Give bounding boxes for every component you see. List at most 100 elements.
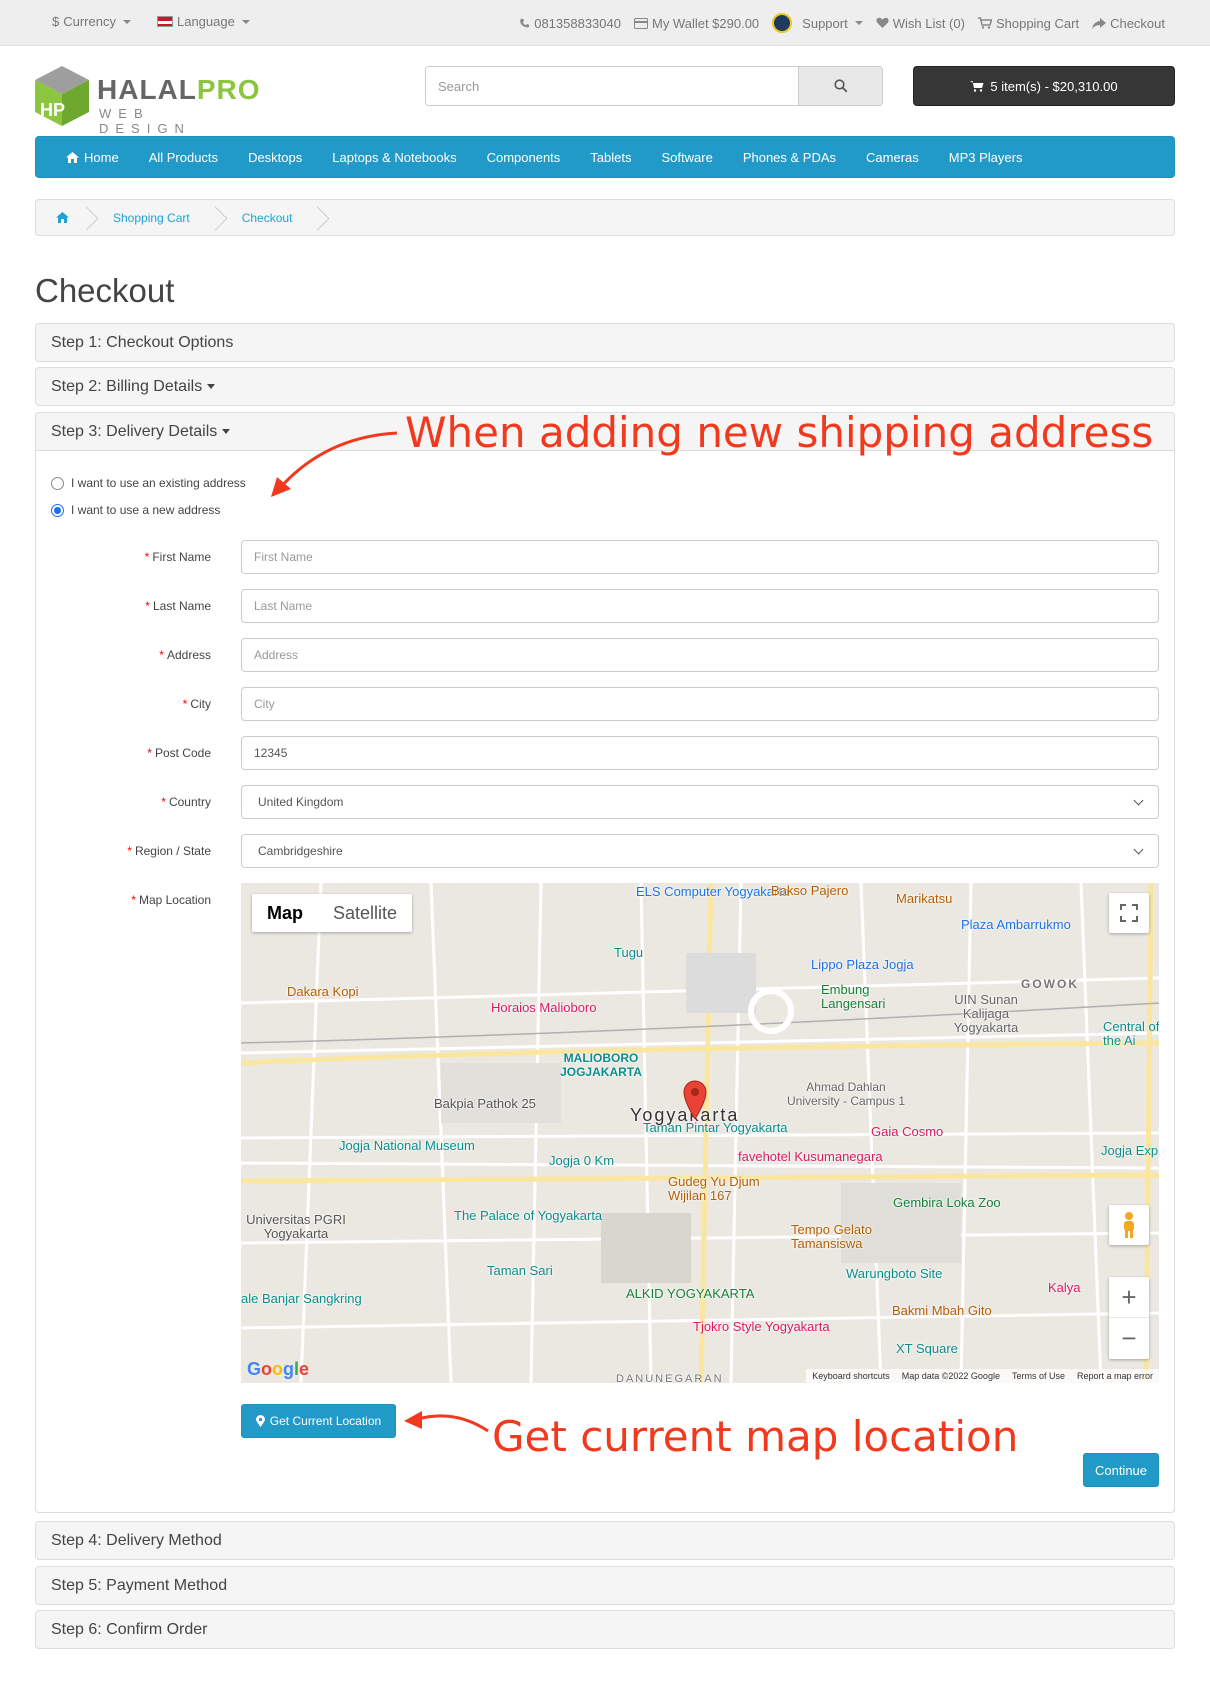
support-avatar-icon (772, 13, 793, 33)
get-current-location-button[interactable]: Get Current Location (241, 1404, 396, 1438)
keyboard-shortcuts-link[interactable]: Keyboard shortcuts (812, 1371, 890, 1381)
step-label: Step 5: Payment Method (51, 1576, 228, 1594)
map-place[interactable]: Jogja 0 Km (549, 1153, 614, 1168)
map-place[interactable]: Horaios Malioboro (491, 1000, 597, 1015)
breadcrumb-home[interactable] (36, 200, 87, 235)
map-place[interactable]: Marikatsu (896, 891, 952, 906)
phone-link[interactable]: 081358833040 (519, 16, 621, 31)
cart-summary-button[interactable]: 5 item(s) - $20,310.00 (913, 66, 1175, 106)
map-place[interactable]: Gaia Cosmo (871, 1124, 943, 1139)
nav-item-home[interactable]: Home (66, 150, 119, 165)
first-name-field[interactable]: First Name (241, 540, 1159, 574)
map-place[interactable]: Jogja Exp (1101, 1143, 1158, 1158)
last-name-field[interactable]: Last Name (241, 589, 1159, 623)
label-text: Last Name (152, 599, 211, 613)
map-place[interactable]: Tjokro Style Yogyakarta (693, 1319, 830, 1334)
nav-item-software[interactable]: Software (662, 150, 713, 165)
existing-address-option[interactable]: I want to use an existing address (51, 476, 246, 490)
map-place[interactable]: Taman Sari (487, 1263, 553, 1278)
post-code-field[interactable]: 12345 (241, 736, 1159, 770)
site-logo[interactable]: HP HALALPRO WEB DESIGN (35, 66, 260, 136)
step-6-header[interactable]: Step 6: Confirm Order (35, 1610, 1175, 1649)
country-select[interactable]: United Kingdom (241, 785, 1159, 819)
step-label: Step 4: Delivery Method (51, 1531, 222, 1549)
terms-link[interactable]: Terms of Use (1012, 1371, 1065, 1381)
nav-item-laptops[interactable]: Laptops & Notebooks (332, 150, 456, 165)
map-place[interactable]: Tugu (614, 945, 643, 960)
report-error-link[interactable]: Report a map error (1077, 1371, 1153, 1381)
map-place[interactable]: UIN Sunan Kalijaga Yogyakarta (941, 993, 1031, 1035)
existing-address-radio[interactable] (51, 476, 64, 490)
map-place[interactable]: Embung Langensari (821, 983, 921, 1011)
map-place[interactable]: Dakara Kopi (287, 984, 359, 999)
map-pin-icon[interactable] (682, 1079, 708, 1119)
map-place[interactable]: Bakmi Mbah Gito (892, 1303, 992, 1318)
step-1-header[interactable]: Step 1: Checkout Options (35, 323, 1175, 362)
nav-item-phones[interactable]: Phones & PDAs (743, 150, 836, 165)
nav-item-cameras[interactable]: Cameras (866, 150, 919, 165)
map-tab-satellite[interactable]: Satellite (318, 894, 412, 932)
step-5-header[interactable]: Step 5: Payment Method (35, 1566, 1175, 1605)
map-tab-map[interactable]: Map (252, 894, 318, 932)
support-dropdown[interactable]: Support (772, 13, 863, 33)
new-address-radio[interactable] (51, 503, 64, 517)
map-place[interactable]: Tempo Gelato Tamansiswa (791, 1223, 901, 1251)
street-view-pegman[interactable] (1109, 1205, 1149, 1245)
step-2-header[interactable]: Step 2: Billing Details (35, 367, 1175, 406)
map-place[interactable]: Kalya (1048, 1280, 1081, 1295)
nav-item-mp3[interactable]: MP3 Players (949, 150, 1023, 165)
map-place[interactable]: Gudeg Yu Djum Wijilan 167 (668, 1175, 768, 1203)
wishlist-link[interactable]: Wish List (0) (876, 16, 965, 31)
map-place[interactable]: Lippo Plaza Jogja (811, 957, 914, 972)
continue-button[interactable]: Continue (1083, 1453, 1159, 1487)
breadcrumb-checkout[interactable]: Checkout (216, 200, 319, 235)
nav-item-all-products[interactable]: All Products (149, 150, 218, 165)
fullscreen-button[interactable] (1109, 893, 1149, 933)
shopping-cart-link[interactable]: Shopping Cart (977, 16, 1079, 31)
city-field[interactable]: City (241, 687, 1159, 721)
chevron-down-icon (1133, 795, 1144, 805)
map-place[interactable]: favehotel Kusumanegara (738, 1149, 883, 1164)
map-place[interactable]: Central of the Ai (1103, 1020, 1159, 1048)
map-place[interactable]: Bakpia Pathok 25 (434, 1096, 536, 1111)
map-place[interactable]: Universitas PGRI Yogyakarta (241, 1213, 351, 1241)
main-nav: Home All Products Desktops Laptops & Not… (35, 136, 1175, 178)
region-label: * Region / State (127, 844, 211, 858)
new-address-option[interactable]: I want to use a new address (51, 503, 220, 517)
map-widget[interactable]: Map Satellite + − ELS Computer Yogyakart… (241, 883, 1159, 1383)
address-field[interactable]: Address (241, 638, 1159, 672)
map-place[interactable]: GOWOK (1021, 977, 1079, 991)
map-place[interactable]: ELS Computer Yogyakarta (636, 884, 789, 899)
region-select[interactable]: Cambridgeshire (241, 834, 1159, 868)
wallet-link[interactable]: My Wallet $290.00 (633, 16, 759, 31)
chevron-down-icon (1133, 844, 1144, 854)
nav-item-tablets[interactable]: Tablets (590, 150, 631, 165)
nav-item-desktops[interactable]: Desktops (248, 150, 302, 165)
phone-number: 081358833040 (534, 15, 621, 31)
map-place[interactable]: ale Banjar Sangkring (241, 1291, 362, 1306)
search-input[interactable] (426, 67, 798, 105)
map-place[interactable]: ALKID YOGYAKARTA (626, 1286, 754, 1301)
map-place[interactable]: The Palace of Yogyakarta (454, 1208, 602, 1223)
nav-item-components[interactable]: Components (487, 150, 561, 165)
step-4-header[interactable]: Step 4: Delivery Method (35, 1521, 1175, 1560)
map-place[interactable]: Plaza Ambarrukmo (961, 917, 1071, 932)
map-place[interactable]: Jogja National Museum (339, 1138, 475, 1153)
map-place[interactable]: XT Square (896, 1341, 958, 1356)
map-place[interactable]: DANUNEGARAN (616, 1373, 724, 1383)
breadcrumb-shopping-cart[interactable]: Shopping Cart (87, 200, 216, 235)
map-place[interactable]: Warungboto Site (846, 1266, 942, 1281)
support-label: Support (802, 15, 848, 31)
currency-dropdown[interactable]: $ Currency (52, 14, 131, 29)
map-place[interactable]: Bakso Pajero (771, 883, 848, 898)
region-value: Cambridgeshire (258, 844, 343, 858)
checkout-link[interactable]: Checkout (1092, 16, 1165, 31)
annotation-arrow-top (271, 431, 398, 497)
language-dropdown[interactable]: Language (156, 14, 250, 29)
zoom-out-button[interactable]: − (1109, 1318, 1149, 1359)
map-place[interactable]: Ahmad Dahlan University - Campus 1 (786, 1080, 906, 1108)
search-button[interactable] (798, 67, 882, 105)
map-place[interactable]: MALIOBORO JOGJAKARTA (541, 1051, 661, 1079)
map-place[interactable]: Gembira Loka Zoo (893, 1195, 1001, 1210)
zoom-in-button[interactable]: + (1109, 1277, 1149, 1318)
